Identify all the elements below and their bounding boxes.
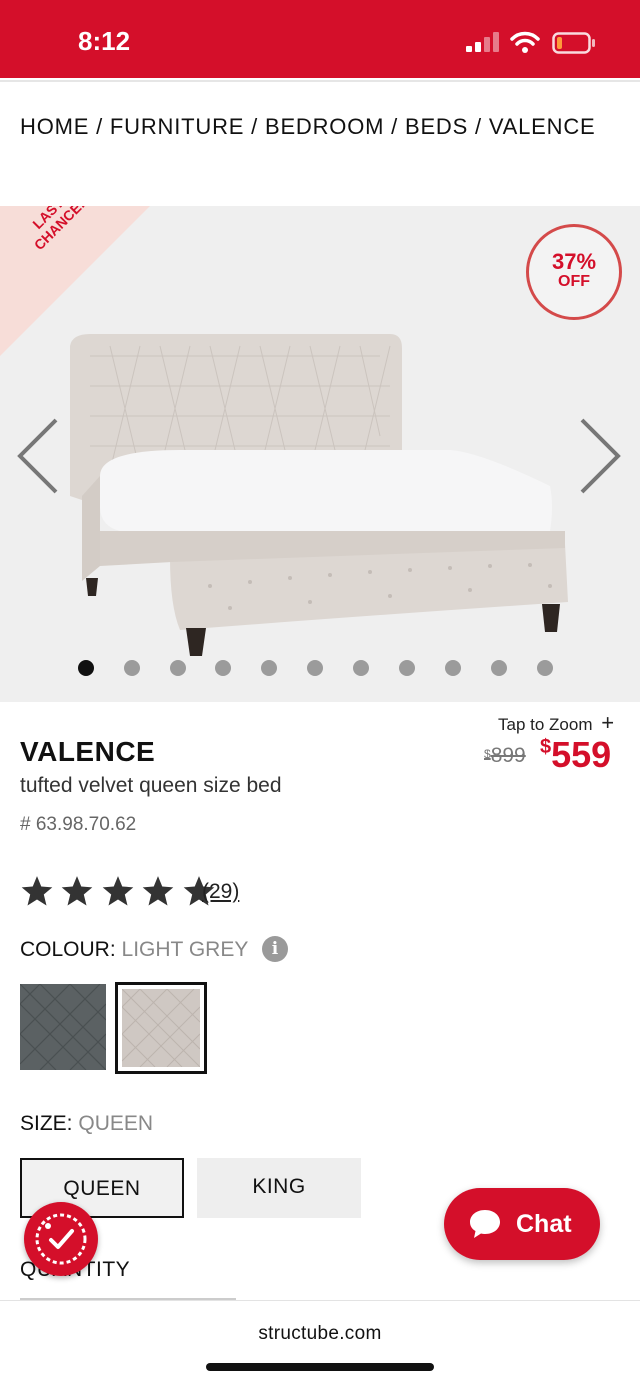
status-bar: 8:12 [0,0,640,78]
status-time: 8:12 [78,26,131,56]
tap-to-zoom[interactable]: Tap to Zoom + [498,710,614,736]
badge-check-icon [35,1213,87,1265]
product-sku: # 63.98.70.62 [20,814,137,835]
star-icon [21,876,53,906]
chat-label: Chat [516,1210,572,1238]
discount-percent: 37% [551,249,597,274]
gallery-dot[interactable] [445,660,461,676]
star-icon [143,876,174,906]
product-image[interactable] [60,326,580,666]
product-title: VALENCE [20,736,156,767]
star-icon [62,876,93,906]
original-price: $899 [484,744,526,768]
gallery-pagination[interactable] [0,658,640,678]
breadcrumb[interactable]: HOME / FURNITURE / BEDROOM / BEDS / VALE… [20,114,596,140]
chevron-right-icon[interactable] [578,416,624,496]
size-label-text: SIZE: [20,1112,73,1135]
gallery-dot[interactable] [261,660,277,676]
discount-off: OFF [558,273,590,290]
sale-price-currency: $ [540,736,552,758]
size-selected-value: QUEEN [78,1112,154,1135]
info-icon[interactable]: i [262,936,288,962]
chat-button[interactable]: Chat [444,1188,600,1260]
chevron-left-icon[interactable] [14,416,60,496]
home-indicator[interactable] [206,1363,434,1371]
browser-url-bar[interactable]: structube.com [0,1300,640,1386]
light-grey-fabric [121,988,201,1068]
tap-to-zoom-label: Tap to Zoom [498,715,593,734]
star-icon [102,876,134,906]
url-text[interactable]: structube.com [0,1323,640,1345]
wifi-icon [510,31,540,53]
gallery-dot[interactable] [170,660,186,676]
chat-bubble-icon [470,1210,500,1238]
gallery-dot[interactable] [491,660,507,676]
gallery-dot[interactable] [307,660,323,676]
star-rating[interactable] [20,874,218,910]
battery-icon [552,32,595,54]
product-gallery[interactable]: LAST CHANCE! 37% OFF [0,206,640,702]
gallery-dot[interactable] [353,660,369,676]
gallery-dot[interactable] [537,660,553,676]
sale-price-value: 559 [551,734,612,775]
colour-label: COLOUR: LIGHT GREY [20,938,248,962]
signal-icon [466,32,500,52]
colour-label-text: COLOUR: [20,938,116,961]
gallery-dot[interactable] [124,660,140,676]
swatch-light-grey[interactable] [115,982,207,1074]
size-option-king[interactable]: KING [197,1158,361,1218]
tufted-texture [20,984,106,1070]
size-label: SIZE: QUEEN [20,1112,153,1136]
original-price-value: 899 [490,744,526,767]
review-count-link[interactable]: (29) [202,880,239,904]
gallery-dot[interactable] [215,660,231,676]
sale-price: $559 [540,734,611,776]
original-price-currency: $ [484,747,491,761]
swatch-dark-grey[interactable] [20,984,106,1070]
colour-selected-value: LIGHT GREY [121,938,249,961]
header-divider [0,80,640,82]
gallery-dot[interactable] [78,660,94,676]
plus-icon: + [601,710,615,735]
gallery-dot[interactable] [399,660,415,676]
discount-badge: 37% OFF [526,224,622,320]
promo-badge-button[interactable] [24,1202,98,1276]
product-description: tufted velvet queen size bed [20,774,282,797]
